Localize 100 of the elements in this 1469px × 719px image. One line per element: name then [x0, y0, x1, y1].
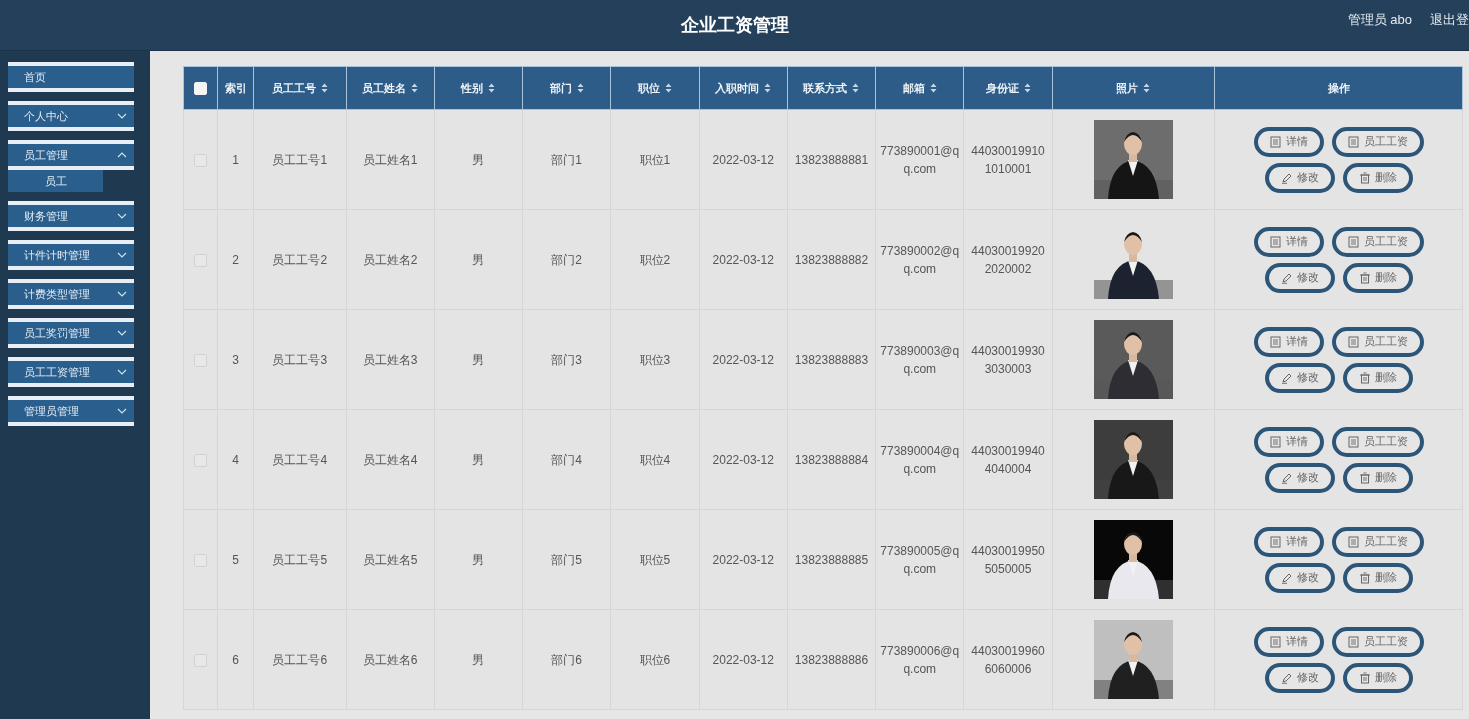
salary-button[interactable]: 员工工资	[1331, 426, 1424, 457]
edit-button[interactable]: 修改	[1264, 662, 1335, 693]
table-cell-text: 2022-03-12	[712, 351, 774, 369]
table-cell-text: 员工姓名3	[362, 351, 418, 369]
table-cell-text: 773890004@qq.com	[880, 442, 960, 478]
trash-icon	[1358, 571, 1371, 584]
table-cell-text: 员工姓名6	[362, 651, 418, 669]
table-cell-text: 员工姓名5	[362, 551, 418, 569]
column-header[interactable]: 性别	[461, 80, 484, 96]
column-header[interactable]: 邮箱	[902, 80, 925, 96]
table-cell-text: 职位1	[639, 151, 671, 169]
details-button[interactable]: 详情	[1253, 626, 1324, 657]
details-button[interactable]: 详情	[1253, 526, 1324, 557]
column-header[interactable]: 职位	[637, 80, 660, 96]
sidebar-menu-item[interactable]: 员工管理	[8, 140, 134, 170]
sidebar-menu-item[interactable]: 管理员管理	[8, 396, 134, 426]
table-cell-text: 773890005@qq.com	[880, 542, 960, 578]
edit-button[interactable]: 修改	[1264, 262, 1335, 293]
details-button[interactable]: 详情	[1253, 226, 1324, 257]
edit-button[interactable]: 修改	[1264, 462, 1335, 493]
document-icon	[1269, 535, 1282, 548]
column-header[interactable]: 联系方式	[803, 80, 848, 96]
details-button[interactable]: 详情	[1253, 126, 1324, 157]
table-cell-text: 男	[472, 151, 485, 169]
table-cell-text: 773890003@qq.com	[880, 342, 960, 378]
table-cell-text: 职位5	[639, 551, 671, 569]
table-cell-text: 2022-03-12	[712, 151, 774, 169]
table-cell-text: 部门3	[551, 351, 583, 369]
trash-icon	[1358, 671, 1371, 684]
details-button[interactable]: 详情	[1253, 426, 1324, 457]
delete-button[interactable]: 删除	[1342, 662, 1413, 693]
table-cell-text: 5	[232, 551, 240, 569]
table-cell-text: 男	[472, 351, 485, 369]
details-button[interactable]: 详情	[1253, 326, 1324, 357]
document-icon	[1269, 135, 1282, 148]
sidebar-menu-item[interactable]: 员工工资管理	[8, 357, 134, 387]
table-cell-text: 员工工号2	[272, 251, 328, 269]
sidebar-menu-item[interactable]: 个人中心	[8, 101, 134, 131]
sidebar-menu-item[interactable]: 员工奖罚管理	[8, 318, 134, 348]
edit-button[interactable]: 修改	[1264, 362, 1335, 393]
document-icon	[1347, 135, 1360, 148]
edit-button[interactable]: 修改	[1264, 562, 1335, 593]
document-icon	[1347, 635, 1360, 648]
salary-button[interactable]: 员工工资	[1331, 326, 1424, 357]
table-cell-text: 440300199606060006	[970, 642, 1046, 678]
trash-icon	[1358, 171, 1371, 184]
sidebar-menu-item[interactable]: 首页	[8, 62, 134, 92]
table-cell-text: 职位4	[639, 451, 671, 469]
document-icon	[1347, 335, 1360, 348]
admin-username: 管理员 abo	[1347, 11, 1412, 29]
pencil-icon	[1280, 371, 1293, 384]
delete-button[interactable]: 删除	[1342, 262, 1413, 293]
table-cell-text: 6	[232, 651, 240, 669]
column-header[interactable]: 照片	[1116, 80, 1139, 96]
delete-button[interactable]: 删除	[1342, 362, 1413, 393]
table-cell-text: 员工工号1	[272, 151, 328, 169]
sidebar-menu-item[interactable]: 计费类型管理	[8, 279, 134, 309]
table-cell-text: 部门4	[551, 451, 583, 469]
table-cell-text: 13823888882	[794, 251, 869, 269]
column-header[interactable]: 部门	[549, 80, 572, 96]
column-header[interactable]: 员工工号	[271, 80, 316, 96]
table-cell-text: 男	[472, 651, 485, 669]
logout-link[interactable]: 退出登	[1430, 11, 1469, 29]
sidebar-submenu-item[interactable]: 员工	[8, 170, 103, 192]
column-header[interactable]: 入职时间	[715, 80, 760, 96]
table-cell-text: 部门6	[551, 651, 583, 669]
trash-icon	[1358, 371, 1371, 384]
document-icon	[1269, 335, 1282, 348]
table-cell-text: 2022-03-12	[712, 551, 774, 569]
table-cell-text: 13823888884	[794, 451, 869, 469]
table-cell-text: 职位6	[639, 651, 671, 669]
pencil-icon	[1280, 571, 1293, 584]
table-cell-text: 男	[472, 451, 485, 469]
table-cell-text: 13823888883	[794, 351, 869, 369]
salary-button[interactable]: 员工工资	[1331, 526, 1424, 557]
sidebar-menu-item[interactable]: 计件计时管理	[8, 240, 134, 270]
salary-button[interactable]: 员工工资	[1331, 226, 1424, 257]
table-cell-text: 部门5	[551, 551, 583, 569]
document-icon	[1269, 635, 1282, 648]
salary-button[interactable]: 员工工资	[1331, 626, 1424, 657]
column-header[interactable]: 操作	[1327, 80, 1350, 96]
table-cell-text: 4	[232, 451, 240, 469]
table-cell-text: 440300199505050005	[970, 542, 1046, 578]
table-cell-text: 部门2	[551, 251, 583, 269]
pencil-icon	[1280, 171, 1293, 184]
salary-button[interactable]: 员工工资	[1331, 126, 1424, 157]
table-cell-text: 773890002@qq.com	[880, 242, 960, 278]
column-header[interactable]: 身份证	[985, 80, 1019, 96]
table-cell-text: 男	[472, 551, 485, 569]
table-cell-text: 440300199404040004	[970, 442, 1046, 478]
delete-button[interactable]: 删除	[1342, 462, 1413, 493]
edit-button[interactable]: 修改	[1264, 162, 1335, 193]
sidebar-menu-item[interactable]: 财务管理	[8, 201, 134, 231]
pencil-icon	[1280, 671, 1293, 684]
table-cell-text: 440300199202020002	[970, 242, 1046, 278]
delete-button[interactable]: 删除	[1342, 162, 1413, 193]
column-header[interactable]: 员工姓名	[362, 80, 407, 96]
document-icon	[1347, 235, 1360, 248]
delete-button[interactable]: 删除	[1342, 562, 1413, 593]
table-cell-text: 男	[472, 251, 485, 269]
